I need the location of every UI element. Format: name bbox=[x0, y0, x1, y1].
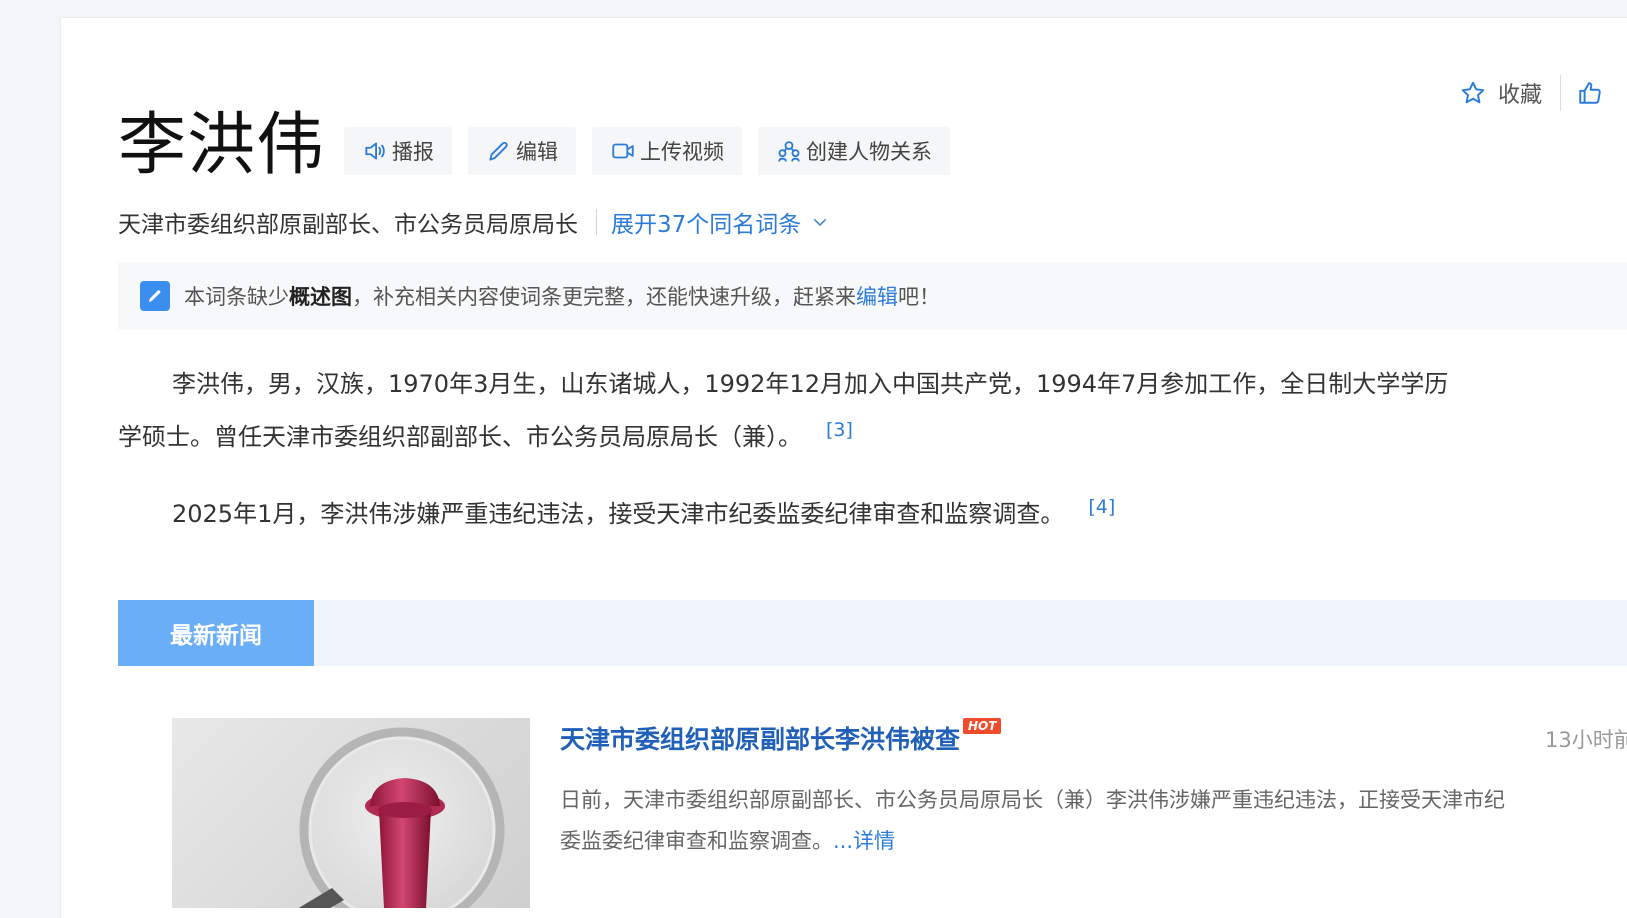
broadcast-button[interactable]: 播报 bbox=[344, 127, 452, 175]
news-summary-line-2: 委监委纪律审查和监察调查。...详情 bbox=[560, 821, 1627, 862]
people-icon bbox=[778, 141, 800, 162]
pencil-icon bbox=[489, 141, 508, 161]
chevron-down-icon bbox=[814, 219, 827, 226]
top-actions: 收藏 bbox=[1460, 73, 1603, 113]
edit-note-icon bbox=[140, 281, 170, 311]
summary-paragraph-2: 2025年1月，李洪伟涉嫌严重违纪违法，接受天津市纪委监委纪律审查和监察调查。 [… bbox=[118, 484, 1627, 537]
edit-button[interactable]: 编辑 bbox=[468, 127, 576, 175]
citation-link[interactable]: [3] bbox=[826, 419, 853, 441]
entry-subtitle: 天津市委组织部原副部长、市公务员局原局长 bbox=[118, 212, 578, 238]
upload-video-label: 上传视频 bbox=[640, 140, 724, 164]
hot-badge: HOT bbox=[963, 718, 1002, 734]
upload-video-button[interactable]: 上传视频 bbox=[592, 127, 742, 175]
create-relation-button[interactable]: 创建人物关系 bbox=[758, 127, 950, 175]
notice-edit-link[interactable]: 编辑 bbox=[856, 281, 898, 311]
tab-latest-news[interactable]: 最新新闻 bbox=[118, 600, 314, 666]
edit-label: 编辑 bbox=[516, 140, 558, 164]
expand-homonyms-link[interactable]: 展开37个同名词条 bbox=[611, 205, 829, 239]
speaker-icon bbox=[365, 142, 385, 160]
news-title-text: 天津市委组织部原副部长李洪伟被查 bbox=[560, 725, 961, 754]
paragraph-line-2: 学硕士。曾任天津市委组织部副部长、市公务员局原局长（兼）。 [3] bbox=[118, 407, 1627, 460]
notice-bold: 概述图 bbox=[289, 285, 352, 309]
magnifier-pushpin-image bbox=[298, 727, 505, 908]
missing-image-notice: 本词条缺少 概述图 ，补充相关内容使词条更完整，还能快速升级，赶紧来 编辑 吧！ bbox=[118, 262, 1627, 330]
news-summary-line: 日前，天津市委组织部原副部长、市公务员局原局长（兼）李洪伟涉嫌严重违纪违法，正接… bbox=[560, 788, 1505, 812]
divider bbox=[596, 209, 597, 235]
news-summary: 日前，天津市委组织部原副部长、市公务员局原局长（兼）李洪伟涉嫌严重违纪违法，正接… bbox=[560, 780, 1627, 862]
star-icon[interactable] bbox=[1460, 80, 1486, 106]
details-link[interactable]: ...详情 bbox=[833, 829, 895, 853]
title-toolbar: 播报 编辑 上传视频 创建人物关系 bbox=[344, 127, 950, 175]
notice-middle: ，补充相关内容使词条更完整，还能快速升级，赶紧来 bbox=[352, 285, 856, 309]
create-relation-label: 创建人物关系 bbox=[806, 140, 932, 164]
citation-link[interactable]: [4] bbox=[1088, 496, 1115, 518]
news-section-header: 最新新闻 bbox=[118, 600, 1627, 666]
favorite-button[interactable]: 收藏 bbox=[1498, 77, 1542, 109]
news-item-title[interactable]: 天津市委组织部原副部长李洪伟被查 HOT bbox=[560, 718, 1002, 756]
notice-prefix: 本词条缺少 bbox=[184, 285, 289, 309]
paragraph-line: 李洪伟，男，汉族，1970年3月生，山东诸城人，1992年12月加入中国共产党，… bbox=[172, 370, 1449, 398]
broadcast-label: 播报 bbox=[392, 140, 434, 164]
paragraph-line-text: 2025年1月，李洪伟涉嫌严重违纪违法，接受天津市纪委监委纪律审查和监察调查。 bbox=[172, 500, 1065, 528]
notice-suffix: 吧！ bbox=[898, 285, 940, 309]
paragraph-line: 2025年1月，李洪伟涉嫌严重违纪违法，接受天津市纪委监委纪律审查和监察调查。 [… bbox=[118, 484, 1627, 537]
video-icon bbox=[612, 143, 634, 159]
page-title: 李洪伟 bbox=[118, 106, 326, 185]
news-timestamp: 13小时前 bbox=[1545, 728, 1627, 752]
expand-homonyms-label: 展开37个同名词条 bbox=[611, 212, 802, 238]
entry-subtitle-row: 天津市委组织部原副部长、市公务员局原局长 展开37个同名词条 bbox=[118, 204, 829, 240]
thumbs-up-icon[interactable] bbox=[1577, 80, 1603, 106]
news-summary-text: 委监委纪律审查和监察调查。 bbox=[560, 829, 833, 853]
news-thumbnail[interactable] bbox=[172, 718, 530, 908]
divider bbox=[1560, 75, 1562, 111]
summary-paragraph-1: 李洪伟，男，汉族，1970年3月生，山东诸城人，1992年12月加入中国共产党，… bbox=[118, 361, 1627, 460]
paragraph-line-text: 学硕士。曾任天津市委组织部副部长、市公务员局原局长（兼）。 bbox=[118, 423, 802, 451]
